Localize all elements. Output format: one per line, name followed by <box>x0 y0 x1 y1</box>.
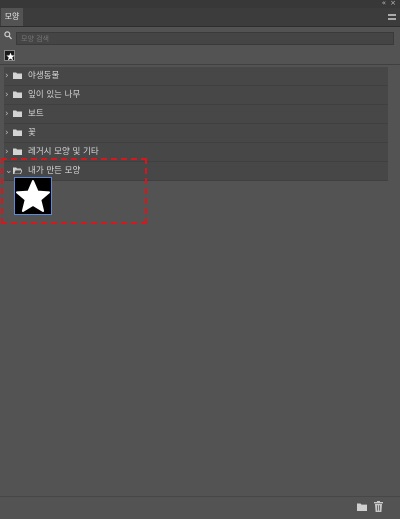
search-row <box>4 31 394 45</box>
chevron-right-icon[interactable]: › <box>5 89 9 101</box>
collapse-panel-button[interactable]: « <box>382 0 386 8</box>
group-label: 꽃 <box>28 128 36 138</box>
panel-tab-bar: 모양 <box>0 8 400 27</box>
new-folder-icon[interactable] <box>357 503 367 511</box>
shape-group-leafy-trees[interactable]: › 잎이 있는 나무 <box>4 86 388 105</box>
shape-group-boats[interactable]: › 보트 <box>4 105 388 124</box>
close-panel-button[interactable]: × <box>390 0 396 8</box>
group-label: 레거시 모양 및 기타 <box>28 147 99 157</box>
annotation-highlight-box <box>1 158 147 224</box>
shape-group-flowers[interactable]: › 꽃 <box>4 124 388 143</box>
search-input[interactable] <box>16 32 394 45</box>
chevron-right-icon[interactable]: › <box>5 146 9 158</box>
shape-group-wildlife[interactable]: › 야생동물 <box>4 67 388 86</box>
group-label: 잎이 있는 나무 <box>28 90 81 100</box>
panel-menu-icon[interactable] <box>388 14 396 20</box>
folder-icon <box>13 129 22 136</box>
search-icon <box>4 31 12 43</box>
chevron-right-icon[interactable]: › <box>5 108 9 120</box>
folder-icon <box>13 148 22 155</box>
panel-footer <box>0 496 400 519</box>
tab-shapes[interactable]: 모양 <box>1 8 23 26</box>
chevron-right-icon[interactable]: › <box>5 127 9 139</box>
folder-icon <box>13 91 22 98</box>
group-label: 야생동물 <box>28 71 60 81</box>
star-shape-icon[interactable] <box>4 50 15 61</box>
window-top-strip: « × <box>0 0 400 8</box>
trash-icon[interactable] <box>374 501 383 512</box>
chevron-right-icon[interactable]: › <box>5 70 9 82</box>
folder-icon <box>13 72 22 79</box>
group-label: 보트 <box>28 109 44 119</box>
divider <box>0 64 400 65</box>
folder-icon <box>13 110 22 117</box>
